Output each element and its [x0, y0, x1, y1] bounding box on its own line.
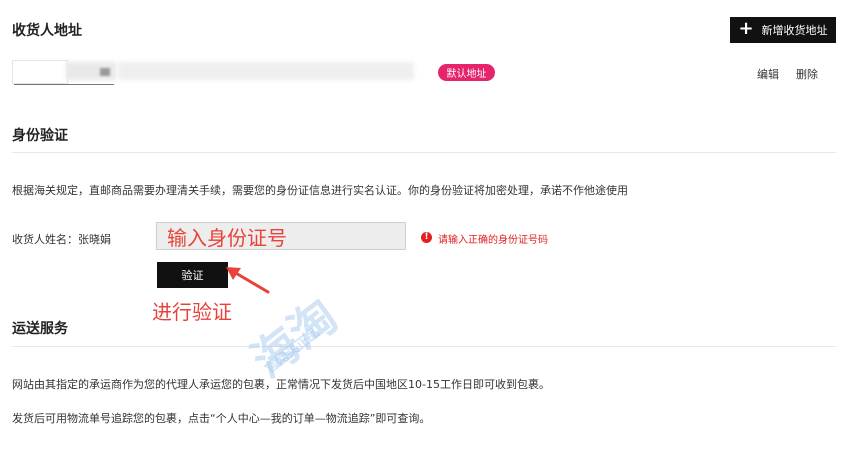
receiver-name-label: 收货人姓名：张晓娟: [12, 233, 111, 246]
redacted-underline: [14, 84, 114, 85]
default-address-badge: 默认地址: [438, 64, 495, 81]
shipping-para-2: 发货后可用物流单号追踪您的包裹，点击“个人中心—我的订单—物流追踪”即可查询。: [12, 412, 431, 425]
redacted-block: [118, 62, 414, 80]
red-arrow-icon: [226, 267, 270, 294]
edit-link[interactable]: 编辑: [757, 66, 779, 82]
identity-divider: [12, 152, 836, 153]
add-address-label: 新增收货地址: [761, 24, 828, 37]
verify-annotation: 进行验证: [152, 300, 232, 324]
identity-notice: 根据海关规定，直邮商品需要办理清关手续，需要您的身份证信息进行实名认证。你的身份…: [12, 184, 628, 197]
verify-button[interactable]: 验证: [157, 262, 228, 288]
exclamation-circle-icon: !: [421, 232, 432, 243]
add-address-button[interactable]: + 新增收货地址: [730, 17, 836, 43]
identity-section-title: 身份验证: [12, 128, 68, 144]
redacted-name-box: [12, 60, 68, 84]
error-message: 请输入正确的身份证号码: [438, 235, 548, 246]
address-section-title: 收货人地址: [12, 23, 82, 39]
shipping-section-title: 运送服务: [12, 321, 68, 337]
delete-link[interactable]: 删除: [796, 66, 818, 82]
redacted-block: [100, 68, 110, 76]
shipping-divider: [12, 346, 836, 347]
plus-icon: +: [738, 18, 754, 39]
id-number-input[interactable]: [156, 222, 406, 250]
